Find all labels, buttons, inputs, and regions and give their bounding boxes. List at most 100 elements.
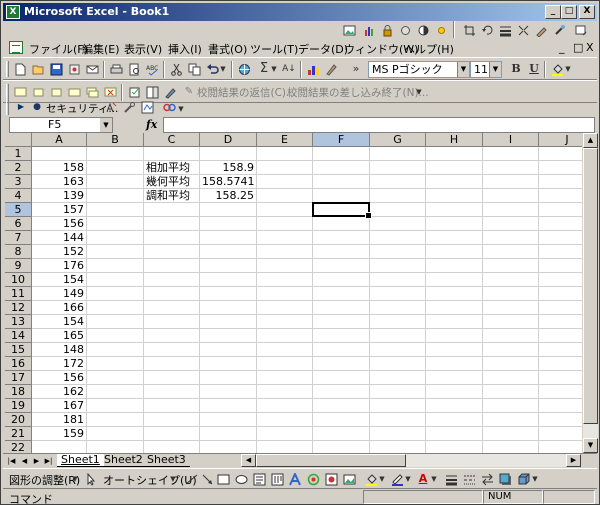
cell-i22[interactable] — [483, 441, 539, 453]
toolbar-overflow-icon[interactable]: » — [348, 61, 364, 77]
recolor-icon[interactable] — [533, 22, 549, 38]
menu-view[interactable]: 表示(V) — [124, 41, 162, 57]
workbook-icon[interactable] — [9, 41, 23, 54]
menu-insert[interactable]: 挿入(I) — [168, 41, 202, 57]
horizontal-scrollbar[interactable]: ◀ ▶ — [241, 454, 581, 467]
cell-e21[interactable] — [257, 427, 313, 441]
cell-i9[interactable] — [483, 259, 539, 273]
fill-color-dropdown-icon[interactable]: ▼ — [564, 61, 572, 77]
cell-j14[interactable] — [539, 329, 582, 343]
mdi-restore-button[interactable]: □ — [573, 41, 583, 54]
cell-c16[interactable] — [144, 357, 200, 371]
cell-e7[interactable] — [257, 231, 313, 245]
cell-i7[interactable] — [483, 231, 539, 245]
cell-a11[interactable]: 149 — [32, 287, 87, 301]
cell-g22[interactable] — [370, 441, 426, 453]
cell-b6[interactable] — [87, 217, 144, 231]
cell-b21[interactable] — [87, 427, 144, 441]
scroll-left-button[interactable]: ◀ — [241, 454, 256, 467]
row-header[interactable]: 2 — [5, 161, 32, 175]
cell-g5[interactable] — [370, 203, 426, 217]
cell-b11[interactable] — [87, 287, 144, 301]
select-all-corner[interactable] — [5, 133, 32, 147]
cell-b20[interactable] — [87, 413, 144, 427]
cell-f13[interactable] — [313, 315, 370, 329]
dash-style-icon[interactable] — [461, 471, 477, 487]
cell-c8[interactable] — [144, 245, 200, 259]
cell-c17[interactable] — [144, 371, 200, 385]
cell-a16[interactable]: 172 — [32, 357, 87, 371]
cell-a13[interactable]: 154 — [32, 315, 87, 329]
cell-h19[interactable] — [426, 399, 483, 413]
cell-b1[interactable] — [87, 147, 144, 161]
cell-g10[interactable] — [370, 273, 426, 287]
line-style-icon[interactable] — [497, 22, 513, 38]
excel-app-icon[interactable]: X — [6, 5, 20, 19]
cell-f11[interactable] — [313, 287, 370, 301]
cell-h10[interactable] — [426, 273, 483, 287]
cell-d16[interactable] — [200, 357, 257, 371]
cell-c10[interactable] — [144, 273, 200, 287]
column-header-h[interactable]: H — [426, 133, 483, 147]
hyperlink-icon[interactable] — [236, 61, 252, 77]
cell-g8[interactable] — [370, 245, 426, 259]
cell-d15[interactable] — [200, 343, 257, 357]
cell-e5[interactable] — [257, 203, 313, 217]
vertical-textbox-icon[interactable] — [269, 471, 285, 487]
cell-h4[interactable] — [426, 189, 483, 203]
cell-h22[interactable] — [426, 441, 483, 453]
cell-j15[interactable] — [539, 343, 582, 357]
cell-a21[interactable]: 159 — [32, 427, 87, 441]
cell-f16[interactable] — [313, 357, 370, 371]
cell-h18[interactable] — [426, 385, 483, 399]
next-sheet-button[interactable]: ▶ — [31, 455, 42, 467]
draw-dropdown-icon[interactable]: ▼ — [71, 471, 79, 487]
cell-i15[interactable] — [483, 343, 539, 357]
font-size-select[interactable]: 11 ▼ — [470, 61, 502, 78]
cell-e12[interactable] — [257, 301, 313, 315]
cell-d4[interactable]: 158.25 — [200, 189, 257, 203]
cell-g3[interactable] — [370, 175, 426, 189]
cell-d18[interactable] — [200, 385, 257, 399]
cell-h7[interactable] — [426, 231, 483, 245]
cell-a10[interactable]: 154 — [32, 273, 87, 287]
drawing-toolbar-options-icon[interactable]: ▼ — [531, 471, 539, 487]
row-header[interactable]: 13 — [5, 315, 32, 329]
close-button[interactable]: X — [579, 5, 595, 19]
vertical-scrollbar[interactable]: ▲ ▼ — [583, 133, 598, 453]
row-header[interactable]: 14 — [5, 329, 32, 343]
cell-j12[interactable] — [539, 301, 582, 315]
tab-sheet2[interactable]: Sheet2 — [100, 454, 147, 467]
font-color-dropdown-icon[interactable]: ▼ — [430, 471, 438, 487]
cell-j2[interactable] — [539, 161, 582, 175]
cell-h15[interactable] — [426, 343, 483, 357]
column-header-c[interactable]: C — [144, 133, 200, 147]
row-header[interactable]: 7 — [5, 231, 32, 245]
underline-button[interactable]: U — [526, 61, 542, 77]
cell-a14[interactable]: 165 — [32, 329, 87, 343]
cell-h14[interactable] — [426, 329, 483, 343]
cell-h5[interactable] — [426, 203, 483, 217]
row-header[interactable]: 11 — [5, 287, 32, 301]
cell-f19[interactable] — [313, 399, 370, 413]
toolbar-grip[interactable] — [6, 61, 9, 77]
cell-a4[interactable]: 139 — [32, 189, 87, 203]
cell-a6[interactable]: 156 — [32, 217, 87, 231]
cell-g4[interactable] — [370, 189, 426, 203]
cell-f5[interactable] — [313, 203, 370, 217]
lock-icon[interactable] — [379, 22, 395, 38]
cell-i10[interactable] — [483, 273, 539, 287]
cell-f7[interactable] — [313, 231, 370, 245]
cell-g11[interactable] — [370, 287, 426, 301]
cell-d14[interactable] — [200, 329, 257, 343]
cell-g18[interactable] — [370, 385, 426, 399]
cell-j11[interactable] — [539, 287, 582, 301]
oval-icon[interactable] — [233, 471, 249, 487]
clipart-icon[interactable] — [323, 471, 339, 487]
column-header-j[interactable]: J — [539, 133, 582, 147]
cell-c9[interactable] — [144, 259, 200, 273]
crop-icon[interactable] — [461, 22, 477, 38]
cell-e20[interactable] — [257, 413, 313, 427]
minimize-button[interactable]: _ — [545, 5, 561, 19]
cell-c13[interactable] — [144, 315, 200, 329]
